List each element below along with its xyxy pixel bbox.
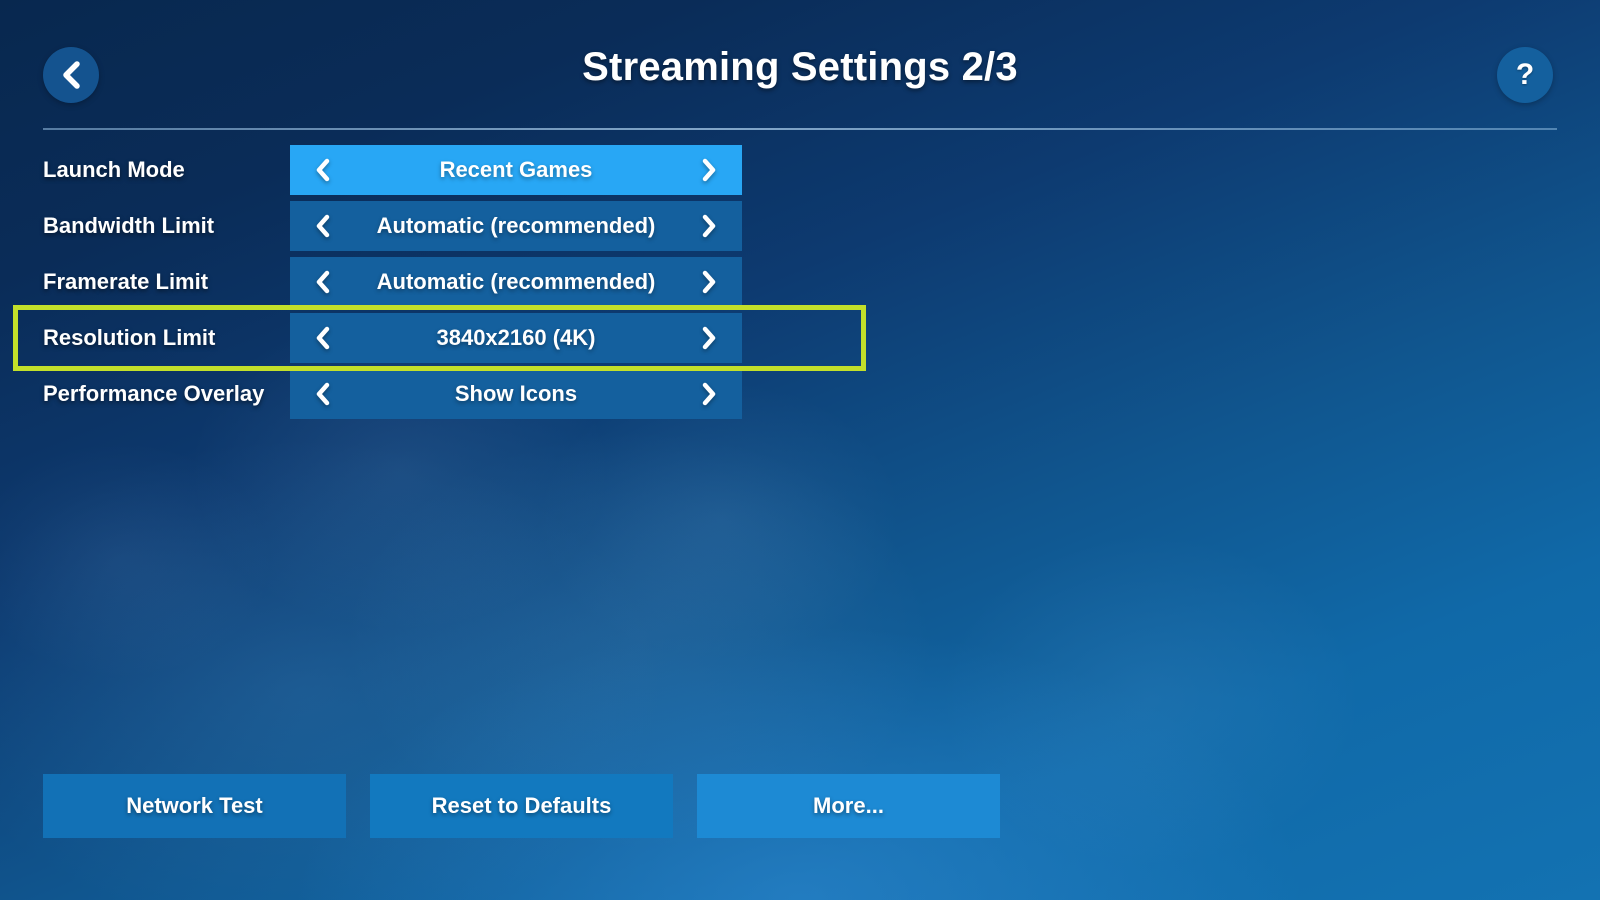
setting-label: Resolution Limit (43, 325, 216, 350)
question-mark-icon: ? (1515, 58, 1535, 91)
setting-row-resolution-limit[interactable]: Resolution Limit 3840x2160 (4K) (0, 313, 900, 363)
setting-control[interactable]: Show Icons (290, 369, 742, 419)
setting-control[interactable]: 3840x2160 (4K) (290, 313, 742, 363)
chevron-left-icon[interactable] (310, 155, 336, 185)
chevron-right-icon[interactable] (696, 211, 722, 241)
chevron-left-icon[interactable] (310, 379, 336, 409)
reset-to-defaults-button[interactable]: Reset to Defaults (370, 774, 673, 838)
setting-value: Recent Games (439, 157, 593, 182)
setting-label: Performance Overlay (43, 381, 265, 406)
setting-value: Automatic (recommended) (376, 269, 656, 294)
chevron-left-icon[interactable] (310, 323, 336, 353)
setting-row-launch-mode[interactable]: Launch Mode Recent Games (0, 145, 900, 195)
setting-control[interactable]: Recent Games (290, 145, 742, 195)
chevron-left-icon[interactable] (310, 211, 336, 241)
page-title: Streaming Settings 2/3 (582, 45, 1018, 89)
setting-control[interactable]: Automatic (recommended) (290, 201, 742, 251)
chevron-right-icon[interactable] (696, 155, 722, 185)
help-button[interactable]: ? (1497, 47, 1553, 103)
settings-list: Launch Mode Recent Games Bandwidth Limit (0, 145, 900, 425)
header-divider (43, 128, 1557, 130)
chevron-right-icon[interactable] (696, 267, 722, 297)
setting-label: Launch Mode (43, 157, 185, 182)
header-bar: Streaming Settings 2/3 ? (0, 0, 1600, 130)
chevron-right-icon[interactable] (696, 379, 722, 409)
setting-label: Framerate Limit (43, 269, 209, 294)
setting-row-framerate-limit[interactable]: Framerate Limit Automatic (recommended) (0, 257, 900, 307)
setting-control[interactable]: Automatic (recommended) (290, 257, 742, 307)
setting-value: Automatic (recommended) (376, 213, 656, 238)
setting-value: Show Icons (454, 381, 578, 406)
network-test-button[interactable]: Network Test (43, 774, 346, 838)
bottom-button-bar: Network Test Reset to Defaults More... (43, 774, 1000, 838)
setting-row-performance-overlay[interactable]: Performance Overlay Show Icons (0, 369, 900, 419)
chevron-right-icon[interactable] (696, 323, 722, 353)
setting-value: 3840x2160 (4K) (436, 325, 596, 350)
setting-row-bandwidth-limit[interactable]: Bandwidth Limit Automatic (recommended) (0, 201, 900, 251)
chevron-left-icon[interactable] (310, 267, 336, 297)
setting-label: Bandwidth Limit (43, 213, 215, 238)
more-button[interactable]: More... (697, 774, 1000, 838)
streaming-settings-screen: Streaming Settings 2/3 ? Launch Mode Rec… (0, 0, 1600, 900)
